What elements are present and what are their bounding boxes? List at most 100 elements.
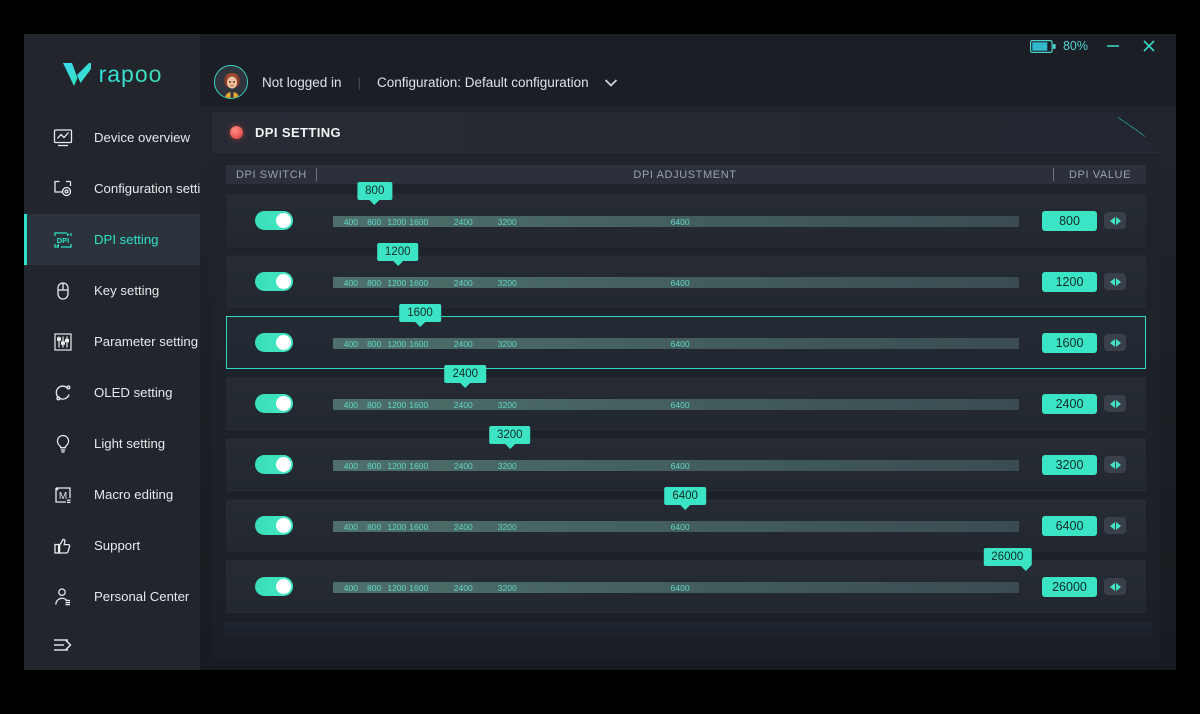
- slider-tick-label: 3200: [497, 583, 517, 593]
- sidebar-item-oled-setting[interactable]: OLED setting: [24, 367, 200, 418]
- arrow-right-icon[interactable]: [1115, 277, 1121, 286]
- dpi-stepper-arrows[interactable]: [1104, 517, 1126, 534]
- dpi-switch-toggle[interactable]: [255, 516, 293, 535]
- sidebar-item-device-overview[interactable]: Device overview: [24, 112, 200, 163]
- dpi-stepper-arrows[interactable]: [1104, 395, 1126, 412]
- dpi-slider[interactable]: 400 800 1200 1600 2400 3200 6400 1600: [333, 304, 1029, 369]
- sidebar-item-configuration-setting[interactable]: Configuration setting: [24, 163, 215, 214]
- slider-value-bubble: 1600: [399, 304, 441, 322]
- sidebar: rapoo Device overview Configuration sett…: [24, 34, 215, 670]
- close-button[interactable]: [1138, 36, 1160, 56]
- dpi-stepper-arrows[interactable]: [1104, 578, 1126, 595]
- dpi-switch-toggle[interactable]: [255, 333, 293, 352]
- sidebar-item-dpi-setting[interactable]: DPI DPI setting: [24, 214, 200, 265]
- arrow-left-icon[interactable]: [1109, 460, 1115, 469]
- minimize-button[interactable]: [1102, 36, 1124, 56]
- dpi-slider[interactable]: 400 800 1200 1600 2400 3200 6400 800: [333, 182, 1029, 247]
- dpi-slider[interactable]: 400 800 1200 1600 2400 3200 6400 26000: [333, 548, 1032, 613]
- user-avatar-icon: [216, 67, 247, 98]
- slider-tick-label: 6400: [670, 339, 690, 349]
- slider-tick-label: 1600: [409, 339, 429, 349]
- svg-text:DPI: DPI: [57, 236, 70, 245]
- slider-value-bubble: 1200: [376, 243, 419, 261]
- sidebar-nav: Device overview Configuration setting DP…: [24, 112, 215, 668]
- userbar-separator: |: [357, 74, 361, 90]
- dpi-row[interactable]: 400 800 1200 1600 2400 3200 6400 6400 6400: [226, 487, 1146, 552]
- arrow-left-icon[interactable]: [1109, 338, 1115, 347]
- avatar[interactable]: [214, 65, 248, 99]
- dpi-stepper-arrows[interactable]: [1104, 334, 1126, 351]
- configuration-selector[interactable]: Configuration: Default configuration: [377, 75, 589, 90]
- toggle-knob: [276, 579, 291, 594]
- dpi-value-badge[interactable]: 6400: [1042, 515, 1097, 536]
- dpi-value-badge[interactable]: 800: [1042, 210, 1097, 231]
- dpi-rows-list: 400 800 1200 1600 2400 3200 6400 800 800 400 800 12…: [226, 182, 1146, 613]
- slider-value-bubble: 3200: [488, 426, 531, 444]
- sidebar-item-label: Macro editing: [94, 487, 174, 502]
- arrow-left-icon[interactable]: [1109, 216, 1115, 225]
- brand-name: rapoo: [98, 60, 163, 87]
- sidebar-item-parameter-setting[interactable]: Parameter setting: [24, 316, 200, 367]
- slider-ticks: 400 800 1200 1600 2400 3200 6400: [333, 520, 1019, 533]
- dpi-switch-toggle[interactable]: [255, 394, 293, 413]
- dpi-row[interactable]: 400 800 1200 1600 2400 3200 6400 1600 1600: [226, 304, 1146, 369]
- arrow-left-icon[interactable]: [1109, 399, 1115, 408]
- dpi-row[interactable]: 400 800 1200 1600 2400 3200 6400 2400 2400: [226, 365, 1146, 430]
- dpi-slider[interactable]: 400 800 1200 1600 2400 3200 6400 6400: [333, 487, 1029, 552]
- dpi-row[interactable]: 400 800 1200 1600 2400 3200 6400 3200 3200: [226, 426, 1146, 491]
- slider-tick-label: 400: [343, 278, 358, 288]
- dpi-row[interactable]: 400 800 1200 1600 2400 3200 6400 26000 26000: [226, 548, 1146, 613]
- arrow-right-icon[interactable]: [1115, 521, 1121, 530]
- dpi-slider[interactable]: 400 800 1200 1600 2400 3200 6400 3200: [333, 426, 1029, 491]
- slider-tick-label: 2400: [453, 583, 473, 593]
- dpi-value-group: 6400: [1029, 515, 1139, 536]
- dpi-value-badge[interactable]: 3200: [1042, 454, 1097, 475]
- arrow-left-icon[interactable]: [1109, 582, 1115, 591]
- column-header-dpi-adjustment: DPI ADJUSTMENT: [633, 168, 737, 181]
- arrow-left-icon[interactable]: [1109, 277, 1115, 286]
- dpi-switch-toggle[interactable]: [255, 455, 293, 474]
- slider-tick-label: 400: [343, 339, 358, 349]
- slider-tick-label: 2400: [453, 217, 473, 227]
- slider-tick-label: 3200: [497, 461, 517, 471]
- dpi-stepper-arrows[interactable]: [1104, 273, 1126, 290]
- sidebar-collapse-button[interactable]: [24, 622, 200, 668]
- content-area: DPI SETTING DPI SWITCH DPI ADJUSTMENT DP…: [212, 112, 1160, 658]
- dpi-row[interactable]: 400 800 1200 1600 2400 3200 6400 800 800: [226, 182, 1146, 247]
- sidebar-item-label: Light setting: [94, 436, 166, 451]
- sidebar-item-personal-center[interactable]: Personal Center: [24, 571, 200, 622]
- sidebar-item-support[interactable]: Support: [24, 520, 200, 571]
- dpi-row[interactable]: 400 800 1200 1600 2400 3200 6400 1200 1200: [226, 243, 1146, 308]
- dpi-stepper-arrows[interactable]: [1104, 456, 1126, 473]
- arrow-right-icon[interactable]: [1115, 216, 1121, 225]
- dpi-value-badge[interactable]: 1200: [1042, 271, 1097, 292]
- slider-ticks: 400 800 1200 1600 2400 3200 6400: [333, 215, 1019, 228]
- dpi-value-badge[interactable]: 26000: [1042, 576, 1097, 597]
- sidebar-item-key-setting[interactable]: Key setting: [24, 265, 200, 316]
- chevron-down-icon[interactable]: [603, 77, 619, 88]
- arrow-left-icon[interactable]: [1109, 521, 1115, 530]
- dpi-value-group: 1600: [1029, 332, 1139, 353]
- dpi-value-badge[interactable]: 2400: [1042, 393, 1097, 414]
- sidebar-item-light-setting[interactable]: Light setting: [24, 418, 200, 469]
- sidebar-item-macro-editing[interactable]: M Macro editing: [24, 469, 200, 520]
- dpi-switch-toggle[interactable]: [255, 211, 293, 230]
- dpi-switch-toggle[interactable]: [255, 272, 293, 291]
- sliders-icon: [50, 329, 76, 355]
- dpi-value-group: 1200: [1029, 271, 1139, 292]
- arrow-right-icon[interactable]: [1115, 399, 1121, 408]
- chart-monitor-icon: [50, 125, 76, 151]
- dpi-slider[interactable]: 400 800 1200 1600 2400 3200 6400 2400: [333, 365, 1029, 430]
- dpi-slider[interactable]: 400 800 1200 1600 2400 3200 6400 1200: [333, 243, 1029, 308]
- slider-tick-label: 1600: [409, 278, 429, 288]
- arrow-right-icon[interactable]: [1115, 582, 1121, 591]
- slider-tick-label: 1200: [387, 217, 407, 227]
- slider-tick-label: 3200: [497, 217, 517, 227]
- dpi-stepper-arrows[interactable]: [1104, 212, 1126, 229]
- arrow-right-icon[interactable]: [1115, 460, 1121, 469]
- slider-tick-label: 400: [343, 583, 358, 593]
- dpi-switch-toggle[interactable]: [255, 577, 293, 596]
- app-window: rapoo Device overview Configuration sett…: [24, 34, 1176, 670]
- arrow-right-icon[interactable]: [1115, 338, 1121, 347]
- dpi-value-badge[interactable]: 1600: [1042, 332, 1097, 353]
